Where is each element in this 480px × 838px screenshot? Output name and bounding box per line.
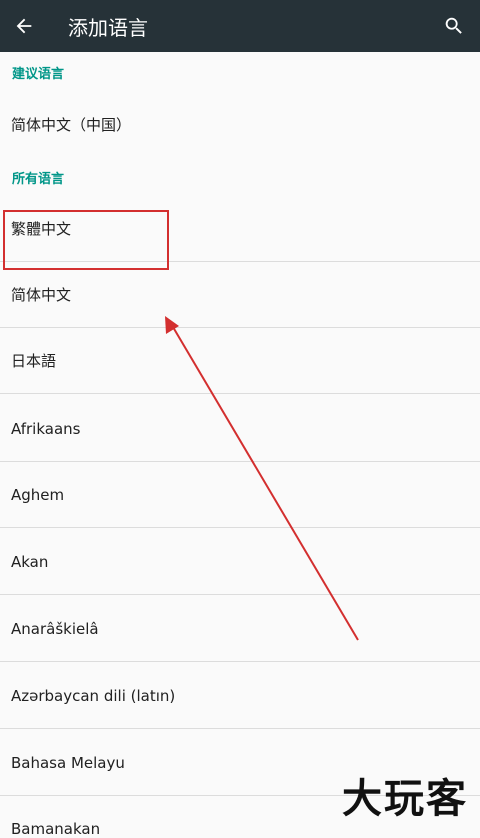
section-header-all: 所有语言 — [12, 172, 65, 187]
language-item[interactable]: Afrikaans — [0, 396, 480, 462]
page-title: 添加语言 — [68, 15, 148, 40]
language-item[interactable]: 繁體中文 — [0, 196, 480, 262]
language-item[interactable]: Azərbaycan dili (latın) — [0, 663, 480, 729]
language-label: Afrikaans — [11, 419, 81, 438]
language-item[interactable]: 简体中文 — [0, 262, 480, 328]
language-item[interactable]: Akan — [0, 529, 480, 595]
language-item[interactable]: Anarâškielâ — [0, 596, 480, 662]
language-item[interactable]: 日本語 — [0, 328, 480, 394]
watermark-logo: 大玩客 — [342, 776, 468, 822]
section-header-suggested: 建议语言 — [12, 67, 65, 82]
language-label: 日本語 — [11, 352, 57, 370]
language-label: Akan — [11, 552, 49, 571]
search-icon — [445, 17, 462, 34]
search-button[interactable] — [436, 8, 472, 44]
language-label: Bahasa Melayu — [11, 753, 125, 772]
language-item-suggested[interactable]: 简体中文（中国） — [0, 91, 480, 157]
language-label: 繁體中文 — [11, 220, 72, 238]
arrow-left-icon — [16, 18, 32, 34]
language-label: 简体中文 — [11, 286, 72, 304]
language-label: Aghem — [11, 485, 65, 504]
back-button[interactable] — [2, 0, 46, 52]
language-label: Azərbaycan dili (latın) — [11, 686, 176, 705]
language-label: Anarâškielâ — [11, 619, 99, 638]
language-label: 简体中文（中国） — [11, 115, 132, 134]
language-item[interactable]: Aghem — [0, 462, 480, 528]
app-bar: 添加语言 — [0, 0, 480, 52]
language-label: Bamanakan — [11, 820, 101, 838]
